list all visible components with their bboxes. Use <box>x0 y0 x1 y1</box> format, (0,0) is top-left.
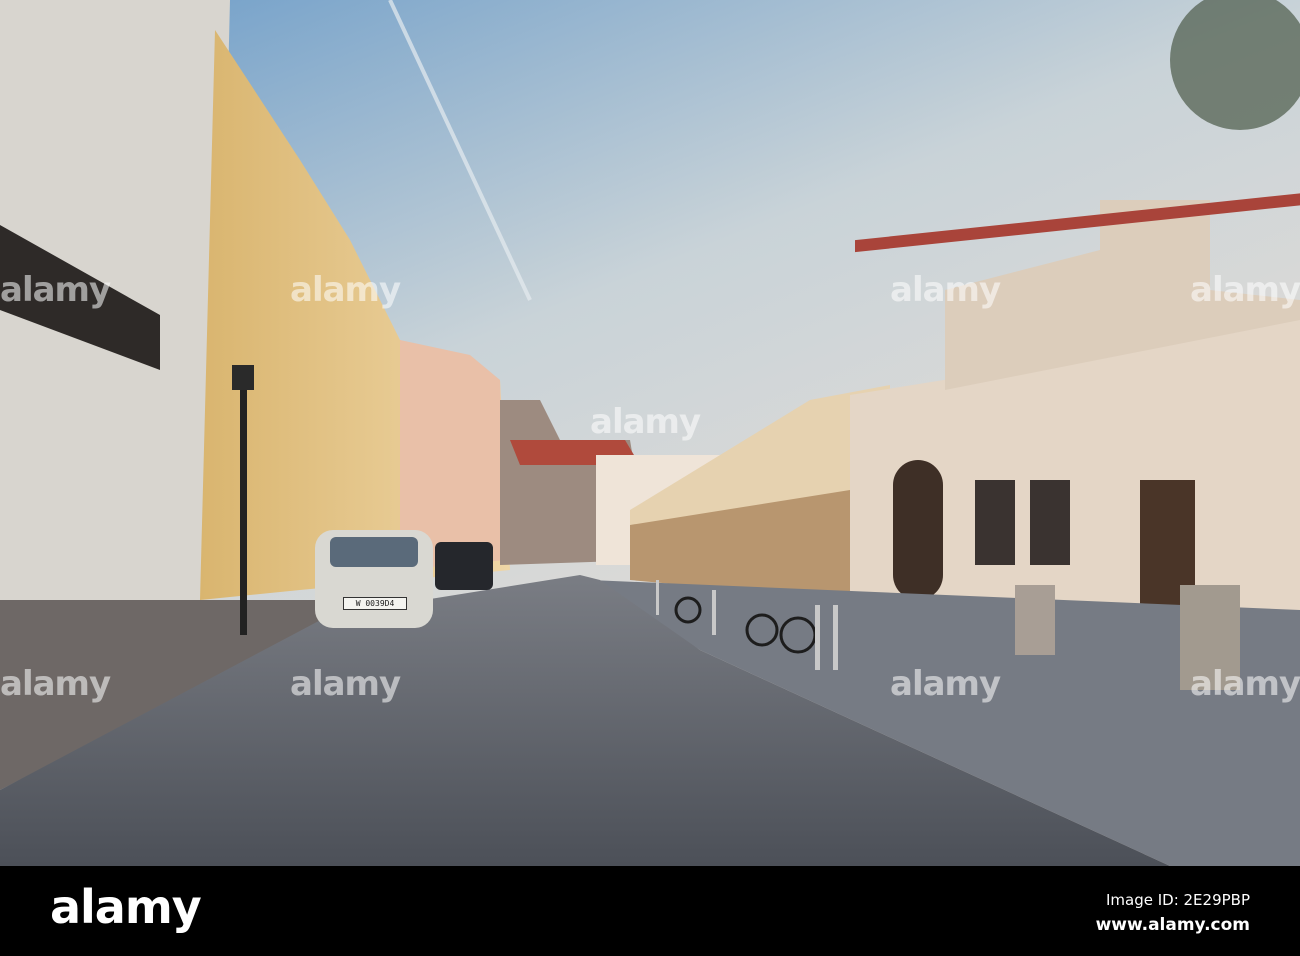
dark-suv <box>435 542 493 590</box>
watermark: alamy <box>890 664 1001 704</box>
bike-rack <box>712 590 716 635</box>
bike-rack <box>833 605 838 670</box>
alamy-logo: alamy <box>50 880 202 934</box>
window <box>1030 480 1070 565</box>
stock-photo-page: W 0039D4 alamy alamy alamy alamy alamy a… <box>0 0 1300 956</box>
watermark: alamy <box>590 402 701 442</box>
street-lamp <box>232 365 254 390</box>
bollard <box>1015 585 1055 655</box>
license-plate: W 0039D4 <box>343 597 407 610</box>
watermark: alamy <box>0 664 111 704</box>
watermark: alamy <box>1190 270 1300 310</box>
arched-gate <box>893 460 943 600</box>
site-url: www.alamy.com <box>1095 915 1250 935</box>
window <box>975 480 1015 565</box>
watermark: alamy <box>290 270 401 310</box>
watermark: alamy <box>0 270 111 310</box>
bike-rack <box>656 580 659 615</box>
image-id: Image ID: 2E29PBP <box>1105 891 1250 909</box>
bike-rack <box>815 605 820 670</box>
watermark: alamy <box>1190 664 1300 704</box>
car-windshield <box>330 537 418 567</box>
street-lamp-post <box>240 380 247 635</box>
watermark: alamy <box>890 270 1001 310</box>
watermark: alamy <box>290 664 401 704</box>
